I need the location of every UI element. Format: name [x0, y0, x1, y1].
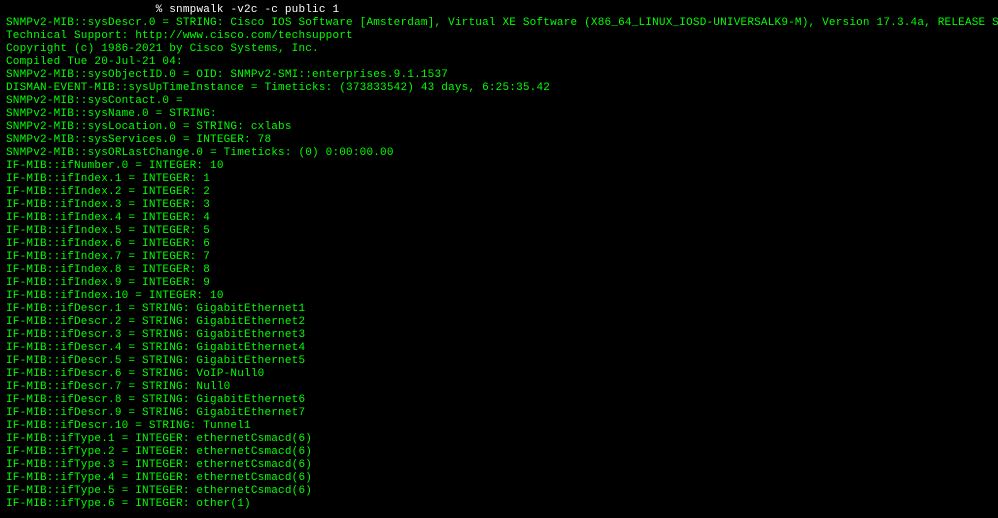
output-line: IF-MIB::ifIndex.7 = INTEGER: 7 [6, 251, 992, 264]
output-line: IF-MIB::ifDescr.3 = STRING: GigabitEther… [6, 329, 992, 342]
output-line: IF-MIB::ifIndex.9 = INTEGER: 9 [6, 277, 992, 290]
output-line: Copyright (c) 1986-2021 by Cisco Systems… [6, 43, 992, 56]
output-line: SNMPv2-MIB::sysObjectID.0 = OID: SNMPv2-… [6, 69, 992, 82]
output-line: IF-MIB::ifType.6 = INTEGER: other(1) [6, 498, 992, 511]
output-line: IF-MIB::ifDescr.5 = STRING: GigabitEther… [6, 355, 992, 368]
output-line: IF-MIB::ifDescr.8 = STRING: GigabitEther… [6, 394, 992, 407]
output-line: SNMPv2-MIB::sysName.0 = STRING: [6, 108, 992, 121]
output-lines: SNMPv2-MIB::sysDescr.0 = STRING: Cisco I… [6, 17, 992, 511]
output-line: IF-MIB::ifIndex.5 = INTEGER: 5 [6, 225, 992, 238]
output-line: IF-MIB::ifType.4 = INTEGER: ethernetCsma… [6, 472, 992, 485]
output-line: IF-MIB::ifDescr.6 = STRING: VoIP-Null0 [6, 368, 992, 381]
output-line: IF-MIB::ifNumber.0 = INTEGER: 10 [6, 160, 992, 173]
output-line: IF-MIB::ifDescr.1 = STRING: GigabitEther… [6, 303, 992, 316]
output-line: DISMAN-EVENT-MIB::sysUpTimeInstance = Ti… [6, 82, 992, 95]
output-line: IF-MIB::ifIndex.6 = INTEGER: 6 [6, 238, 992, 251]
output-line: IF-MIB::ifDescr.2 = STRING: GigabitEther… [6, 316, 992, 329]
output-line: IF-MIB::ifIndex.10 = INTEGER: 10 [6, 290, 992, 303]
output-line: IF-MIB::ifType.1 = INTEGER: ethernetCsma… [6, 433, 992, 446]
output-line: IF-MIB::ifDescr.9 = STRING: GigabitEther… [6, 407, 992, 420]
output-line: IF-MIB::ifType.3 = INTEGER: ethernetCsma… [6, 459, 992, 472]
output-line: IF-MIB::ifIndex.8 = INTEGER: 8 [6, 264, 992, 277]
shell-prompt: % snmpwalk -v2c -c public 1 [6, 4, 339, 16]
output-line: IF-MIB::ifType.5 = INTEGER: ethernetCsma… [6, 485, 992, 498]
output-line: SNMPv2-MIB::sysContact.0 = [6, 95, 992, 108]
output-line: IF-MIB::ifDescr.4 = STRING: GigabitEther… [6, 342, 992, 355]
output-line: SNMPv2-MIB::sysORLastChange.0 = Timetick… [6, 147, 992, 160]
output-line: IF-MIB::ifIndex.4 = INTEGER: 4 [6, 212, 992, 225]
output-line: SNMPv2-MIB::sysLocation.0 = STRING: cxla… [6, 121, 992, 134]
prompt-leading: % [6, 4, 169, 16]
output-line: Compiled Tue 20-Jul-21 04: [6, 56, 992, 69]
output-line: IF-MIB::ifDescr.7 = STRING: Null0 [6, 381, 992, 394]
prompt-command: snmpwalk -v2c -c public 1 [169, 4, 339, 16]
output-line: IF-MIB::ifDescr.10 = STRING: Tunnel1 [6, 420, 992, 433]
terminal-output[interactable]: % snmpwalk -v2c -c public 1 SNMPv2-MIB::… [0, 0, 998, 515]
output-line: IF-MIB::ifIndex.1 = INTEGER: 1 [6, 173, 992, 186]
output-line: IF-MIB::ifIndex.2 = INTEGER: 2 [6, 186, 992, 199]
output-line: IF-MIB::ifIndex.3 = INTEGER: 3 [6, 199, 992, 212]
output-line: IF-MIB::ifType.2 = INTEGER: ethernetCsma… [6, 446, 992, 459]
output-line: SNMPv2-MIB::sysDescr.0 = STRING: Cisco I… [6, 17, 992, 30]
output-line: SNMPv2-MIB::sysServices.0 = INTEGER: 78 [6, 134, 992, 147]
output-line: Technical Support: http://www.cisco.com/… [6, 30, 992, 43]
